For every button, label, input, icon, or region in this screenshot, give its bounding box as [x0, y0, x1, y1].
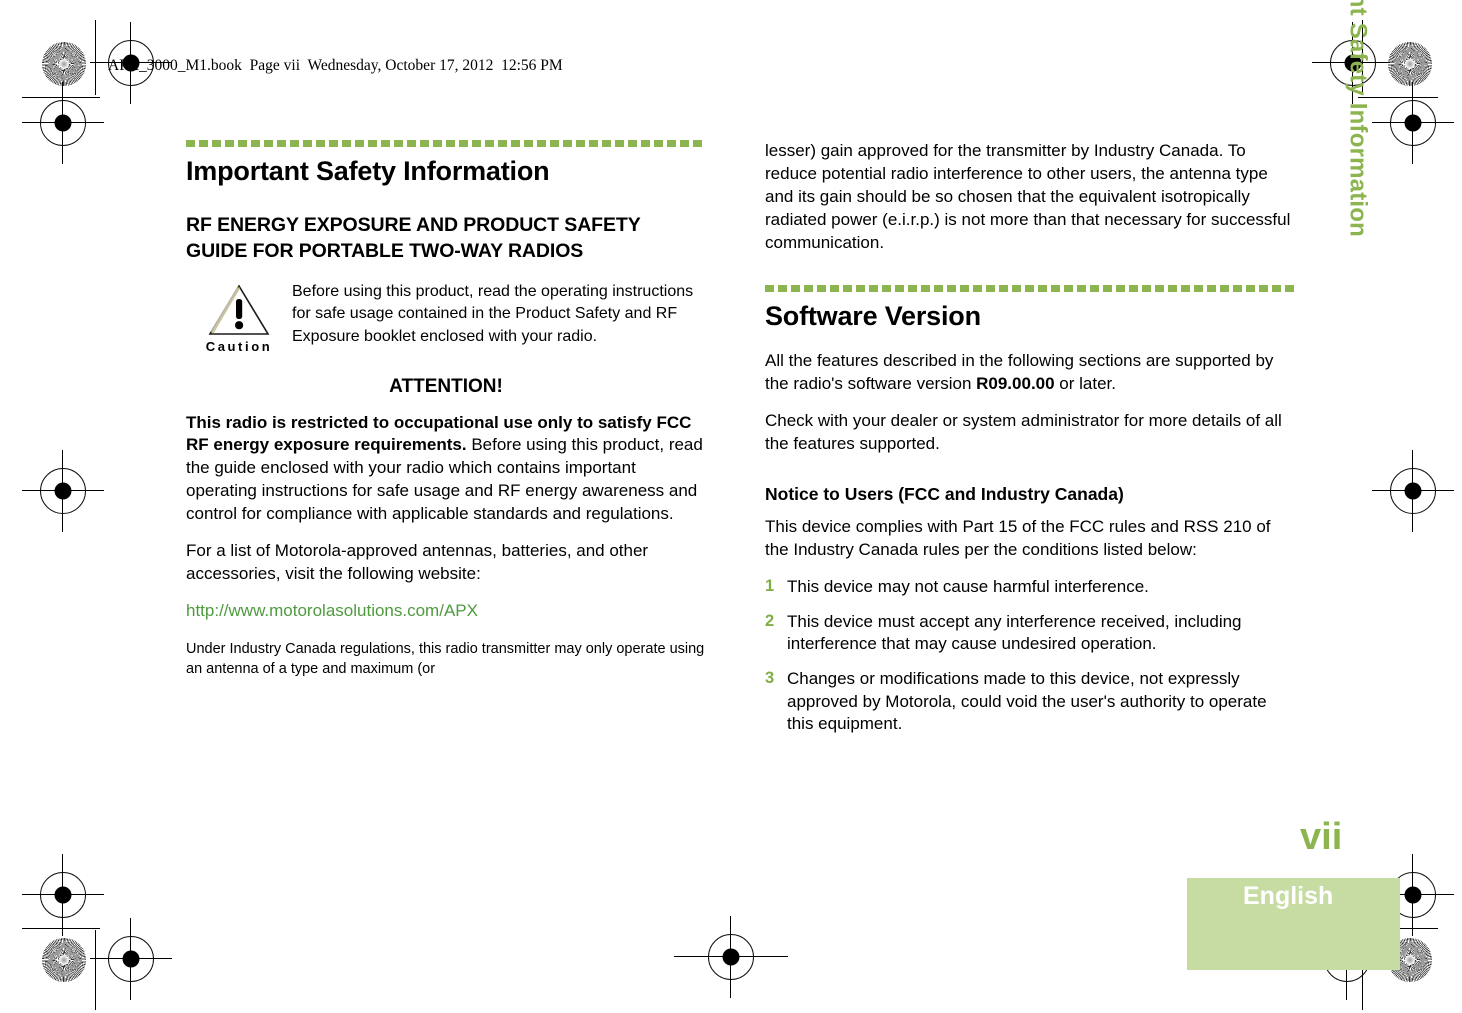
attention-paragraph: This radio is restricted to occupational… [186, 412, 706, 527]
notice-to-users-title: Notice to Users (FCC and Industry Canada… [765, 484, 1124, 505]
caution-icon-group: Caution [200, 281, 278, 354]
registration-crosshair-bottom-center [674, 916, 788, 998]
software-version-text-part2: or later. [1054, 373, 1116, 393]
left-column: Important Safety Information RF ENERGY E… [186, 140, 706, 693]
continuation-paragraph: lesser) gain approved for the transmitte… [765, 141, 1291, 252]
registration-crosshair-right-upper [1372, 82, 1454, 164]
list-item: 3 Changes or modifications made to this … [765, 668, 1295, 736]
right-column: lesser) gain approved for the transmitte… [765, 140, 1295, 748]
registration-crosshair-bottom-inner-left [90, 918, 172, 1000]
antenna-paragraph: For a list of Motorola-approved antennas… [186, 541, 649, 584]
registration-crosshair-right-middle [1372, 450, 1454, 532]
trim-line-top-left [22, 97, 100, 99]
list-item-number: 3 [765, 668, 775, 687]
notice-intro-paragraph: This device complies with Part 15 of the… [765, 517, 1271, 560]
software-version-title: Software Version [765, 300, 981, 331]
caution-notice: Caution Before using this product, read … [186, 281, 706, 354]
trim-line-left [95, 20, 97, 95]
software-version-number: R09.00.00 [976, 373, 1055, 393]
sidebar-vertical-title: Important Safety Information [1345, 0, 1372, 237]
list-item-number: 2 [765, 611, 775, 630]
language-label: English [1243, 882, 1334, 910]
page-number: vii [1300, 816, 1343, 858]
registration-crosshair-top-left [1312, 22, 1394, 104]
registration-starburst-bottom-left [42, 938, 86, 982]
page-canvas: APX_3000_M1.book Page vii Wednesday, Oct… [0, 0, 1462, 1013]
list-item-text: This device must accept any interference… [787, 611, 1242, 654]
check-dealer-paragraph: Check with your dealer or system adminis… [765, 410, 1282, 453]
guide-heading: RF ENERGY EXPOSURE AND PRODUCT SAFETY GU… [186, 214, 641, 262]
notice-conditions-list: 1 This device may not cause harmful inte… [765, 576, 1295, 736]
caution-triangle-icon [208, 283, 270, 335]
list-item: 2 This device must accept any interferen… [765, 611, 1295, 656]
registration-crosshair-left-lower [22, 854, 104, 936]
trim-line-right [1362, 20, 1364, 95]
list-item: 1 This device may not cause harmful inte… [765, 576, 1295, 599]
registration-starburst-top-right [1388, 42, 1432, 86]
registration-crosshair-left-upper [22, 82, 104, 164]
attention-heading: ATTENTION! [389, 375, 503, 397]
caution-text: Before using this product, read the oper… [292, 282, 694, 345]
registration-crosshair-left-middle [22, 450, 104, 532]
caution-icon-label: Caution [205, 338, 273, 354]
trim-line-top-right [1358, 97, 1438, 99]
list-item-text: This device may not cause harmful interf… [787, 577, 1149, 597]
trim-line-bottom-left [22, 928, 100, 930]
section-rule-left [186, 140, 706, 147]
list-item-number: 1 [765, 577, 775, 596]
list-item-text: Changes or modifications made to this de… [787, 668, 1267, 734]
trim-line-left-lower [95, 930, 97, 1010]
industry-canada-paragraph: Under Industry Canada regulations, this … [186, 641, 705, 678]
software-version-paragraph: All the features described in the follow… [765, 350, 1295, 396]
book-header-line: APX_3000_M1.book Page vii Wednesday, Oct… [108, 57, 563, 74]
section-rule-right [765, 284, 1295, 292]
page-title: Important Safety Information [186, 156, 550, 186]
registration-starburst-top-left [42, 42, 86, 86]
motorola-website-link[interactable]: http://www.motorolasolutions.com/APX [186, 600, 706, 623]
